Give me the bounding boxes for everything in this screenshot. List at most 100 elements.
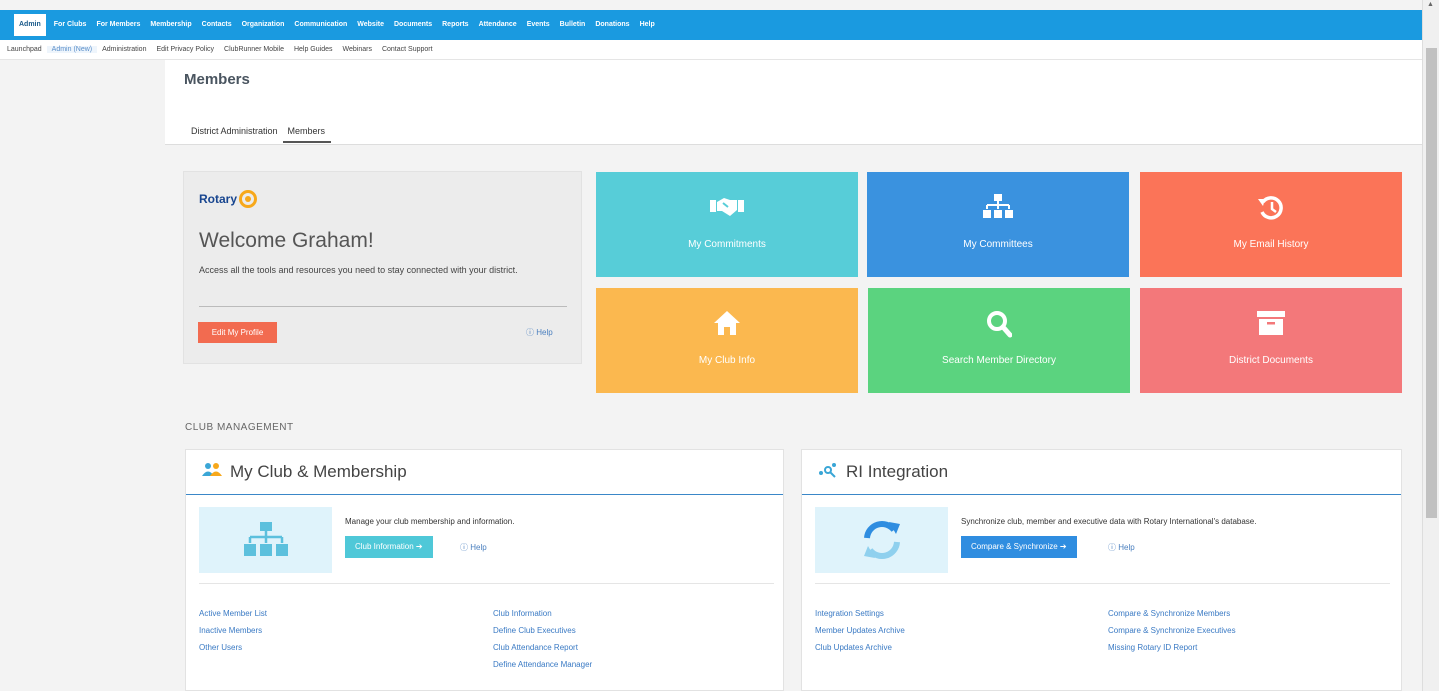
- welcome-description: Access all the tools and resources you n…: [199, 265, 518, 275]
- club-information-button[interactable]: Club Information ➔: [345, 536, 433, 558]
- page-header: Members District Administration Members: [165, 60, 1422, 145]
- sub-nav-help-guides[interactable]: Help Guides: [289, 46, 338, 53]
- panel-links-col1: Active Member List Inactive Members Othe…: [199, 605, 267, 656]
- sub-nav-launchpad[interactable]: Launchpad: [2, 46, 47, 53]
- top-nav-for-clubs[interactable]: For Clubs: [49, 10, 92, 40]
- welcome-card: Rotary Welcome Graham! Access all the to…: [183, 171, 582, 364]
- link-active-member-list[interactable]: Active Member List: [199, 605, 267, 622]
- top-nav-attendance[interactable]: Attendance: [474, 10, 522, 40]
- top-nav-contacts[interactable]: Contacts: [197, 10, 237, 40]
- panel-help-link[interactable]: ⓘ Help: [1108, 542, 1135, 553]
- top-nav-donations[interactable]: Donations: [590, 10, 634, 40]
- panel-help-label: Help: [1118, 543, 1135, 552]
- section-label: CLUB MANAGEMENT: [185, 422, 294, 433]
- top-nav-help[interactable]: Help: [635, 10, 660, 40]
- link-club-information[interactable]: Club Information: [493, 605, 592, 622]
- panel-header: RI Integration: [802, 450, 1401, 495]
- home-icon: [596, 310, 858, 342]
- help-icon: ⓘ: [526, 328, 537, 337]
- tile-label: My Committees: [963, 239, 1033, 250]
- top-nav-documents[interactable]: Documents: [389, 10, 437, 40]
- tile-label: Search Member Directory: [942, 355, 1056, 366]
- top-nav-communication[interactable]: Communication: [289, 10, 352, 40]
- panel-header: My Club & Membership: [186, 450, 783, 495]
- tile-my-commitments[interactable]: My Commitments: [596, 172, 858, 277]
- top-nav-events[interactable]: Events: [522, 10, 555, 40]
- panel-help-label: Help: [470, 543, 487, 552]
- rotary-logo: Rotary: [199, 190, 258, 208]
- link-member-updates-archive[interactable]: Member Updates Archive: [815, 622, 905, 639]
- rotary-logo-text: Rotary: [199, 192, 238, 206]
- welcome-greeting: Welcome Graham!: [199, 229, 374, 252]
- panel-title: My Club & Membership: [230, 462, 407, 481]
- top-nav-for-members[interactable]: For Members: [91, 10, 145, 40]
- compare-synchronize-button[interactable]: Compare & Synchronize ➔: [961, 536, 1077, 558]
- top-nav-reports[interactable]: Reports: [437, 10, 473, 40]
- welcome-help-label: Help: [536, 328, 553, 337]
- history-icon: [1140, 194, 1402, 228]
- sub-nav-edit-privacy-policy[interactable]: Edit Privacy Policy: [151, 46, 219, 53]
- sub-nav-administration[interactable]: Administration: [97, 46, 151, 53]
- search-icon: [868, 310, 1130, 344]
- panel-my-club-membership: My Club & Membership Manage your club me…: [185, 449, 784, 691]
- scroll-up-icon[interactable]: ▲: [1427, 1, 1434, 8]
- panel-links-col2: Club Information Define Club Executives …: [493, 605, 592, 673]
- link-other-users[interactable]: Other Users: [199, 639, 267, 656]
- handshake-icon: [596, 194, 858, 226]
- tile-my-committees[interactable]: My Committees: [867, 172, 1129, 277]
- sub-nav-contact-support[interactable]: Contact Support: [377, 46, 438, 53]
- tile-my-club-info[interactable]: My Club Info: [596, 288, 858, 393]
- link-club-attendance-report[interactable]: Club Attendance Report: [493, 639, 592, 656]
- panel-help-link[interactable]: ⓘ Help: [460, 542, 487, 553]
- panel-ri-integration: RI Integration Synchronize club, member …: [801, 449, 1402, 691]
- link-compare-synchronize-executives[interactable]: Compare & Synchronize Executives: [1108, 622, 1236, 639]
- tab-members[interactable]: Members: [282, 126, 332, 143]
- panel-description: Manage your club membership and informat…: [345, 517, 515, 526]
- tile-my-email-history[interactable]: My Email History: [1140, 172, 1402, 277]
- scrollbar-thumb[interactable]: [1426, 48, 1437, 518]
- link-inactive-members[interactable]: Inactive Members: [199, 622, 267, 639]
- link-club-updates-archive[interactable]: Club Updates Archive: [815, 639, 905, 656]
- sub-nav-webinars[interactable]: Webinars: [338, 46, 377, 53]
- rotary-wheel-icon: [239, 190, 258, 208]
- help-icon: ⓘ: [460, 543, 471, 552]
- help-icon: ⓘ: [1108, 543, 1119, 552]
- sub-nav-admin-new[interactable]: Admin (New): [46, 46, 98, 53]
- archive-icon: [1140, 310, 1402, 342]
- tile-district-documents[interactable]: District Documents: [1140, 288, 1402, 393]
- divider: [815, 583, 1390, 584]
- divider: [199, 306, 567, 307]
- top-nav-membership[interactable]: Membership: [145, 10, 196, 40]
- sync-illustration: [815, 507, 948, 573]
- org-chart-illustration: [199, 507, 332, 573]
- sub-nav: Launchpad Admin (New) Administration Edi…: [0, 40, 1422, 60]
- link-define-club-executives[interactable]: Define Club Executives: [493, 622, 592, 639]
- top-nav-website[interactable]: Website: [352, 10, 389, 40]
- edit-profile-button[interactable]: Edit My Profile: [198, 322, 277, 343]
- members-icon: [202, 462, 222, 482]
- panel-title: RI Integration: [846, 462, 949, 481]
- page-title: Members: [184, 71, 250, 88]
- panel-links-col2: Compare & Synchronize Members Compare & …: [1108, 605, 1236, 656]
- top-nav-admin[interactable]: Admin: [14, 14, 46, 36]
- welcome-help-link[interactable]: ⓘ Help: [526, 327, 553, 338]
- tile-label: My Email History: [1233, 239, 1309, 250]
- tile-label: My Club Info: [698, 355, 756, 366]
- tile-search-member-directory[interactable]: Search Member Directory: [868, 288, 1130, 393]
- tab-district-administration[interactable]: District Administration: [191, 126, 278, 143]
- link-compare-synchronize-members[interactable]: Compare & Synchronize Members: [1108, 605, 1236, 622]
- top-nav: Admin For Clubs For Members Membership C…: [0, 10, 1422, 40]
- link-integration-settings[interactable]: Integration Settings: [815, 605, 905, 622]
- top-nav-organization[interactable]: Organization: [237, 10, 290, 40]
- panel-description: Synchronize club, member and executive d…: [961, 517, 1257, 526]
- tile-label: My Commitments: [688, 239, 766, 250]
- org-chart-icon: [867, 194, 1129, 228]
- link-define-attendance-manager[interactable]: Define Attendance Manager: [493, 656, 592, 673]
- divider: [199, 583, 774, 584]
- top-nav-bulletin[interactable]: Bulletin: [555, 10, 591, 40]
- link-missing-rotary-id-report[interactable]: Missing Rotary ID Report: [1108, 639, 1236, 656]
- sub-nav-clubrunner-mobile[interactable]: ClubRunner Mobile: [219, 46, 289, 53]
- vertical-scrollbar[interactable]: ▲: [1422, 0, 1439, 691]
- left-sidebar: [0, 60, 165, 691]
- tile-label: District Documents: [1229, 355, 1313, 366]
